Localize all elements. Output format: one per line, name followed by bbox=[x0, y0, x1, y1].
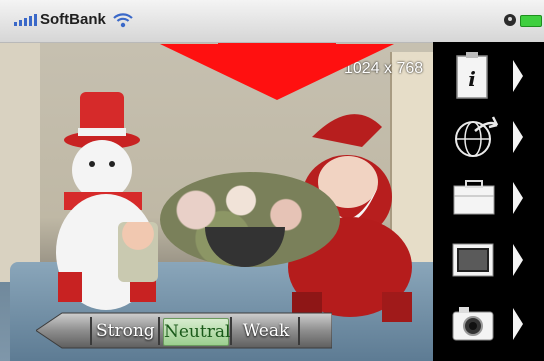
signal-bars-icon bbox=[14, 14, 37, 26]
separator bbox=[230, 317, 232, 345]
camera-button[interactable] bbox=[445, 296, 531, 352]
film-strip-icon bbox=[452, 243, 523, 277]
globe-share-icon bbox=[455, 116, 523, 157]
exposure-weak-button[interactable]: Weak bbox=[236, 318, 296, 344]
clock-icon bbox=[504, 14, 516, 26]
camera-icon bbox=[452, 307, 523, 341]
carrier-name: SoftBank bbox=[40, 11, 106, 28]
small-vase bbox=[118, 222, 158, 282]
camera-app-screen: SoftBank 1024 x 768 Strong Neutral Weak … bbox=[0, 0, 544, 361]
right-toolbar: i bbox=[433, 42, 544, 361]
exposure-selector[interactable]: Strong Neutral Weak bbox=[36, 312, 332, 349]
briefcase-button[interactable] bbox=[445, 170, 531, 226]
snowman-figure bbox=[56, 92, 156, 310]
briefcase-icon bbox=[453, 180, 523, 215]
resolution-label: 1024 x 768 bbox=[344, 60, 424, 77]
separator bbox=[90, 317, 92, 345]
share-web-button[interactable] bbox=[445, 109, 531, 165]
wall bbox=[0, 42, 40, 282]
exposure-strong-button[interactable]: Strong bbox=[96, 318, 155, 344]
separator bbox=[158, 317, 160, 345]
wifi-icon bbox=[113, 13, 133, 28]
info-button[interactable]: i bbox=[445, 48, 531, 104]
video-button[interactable] bbox=[445, 232, 531, 288]
status-bar: SoftBank bbox=[0, 0, 544, 43]
exposure-neutral-button[interactable]: Neutral bbox=[163, 318, 230, 346]
info-icon: i bbox=[456, 52, 523, 99]
separator bbox=[298, 317, 300, 345]
battery-icon bbox=[520, 15, 542, 27]
svg-text:i: i bbox=[468, 67, 476, 91]
